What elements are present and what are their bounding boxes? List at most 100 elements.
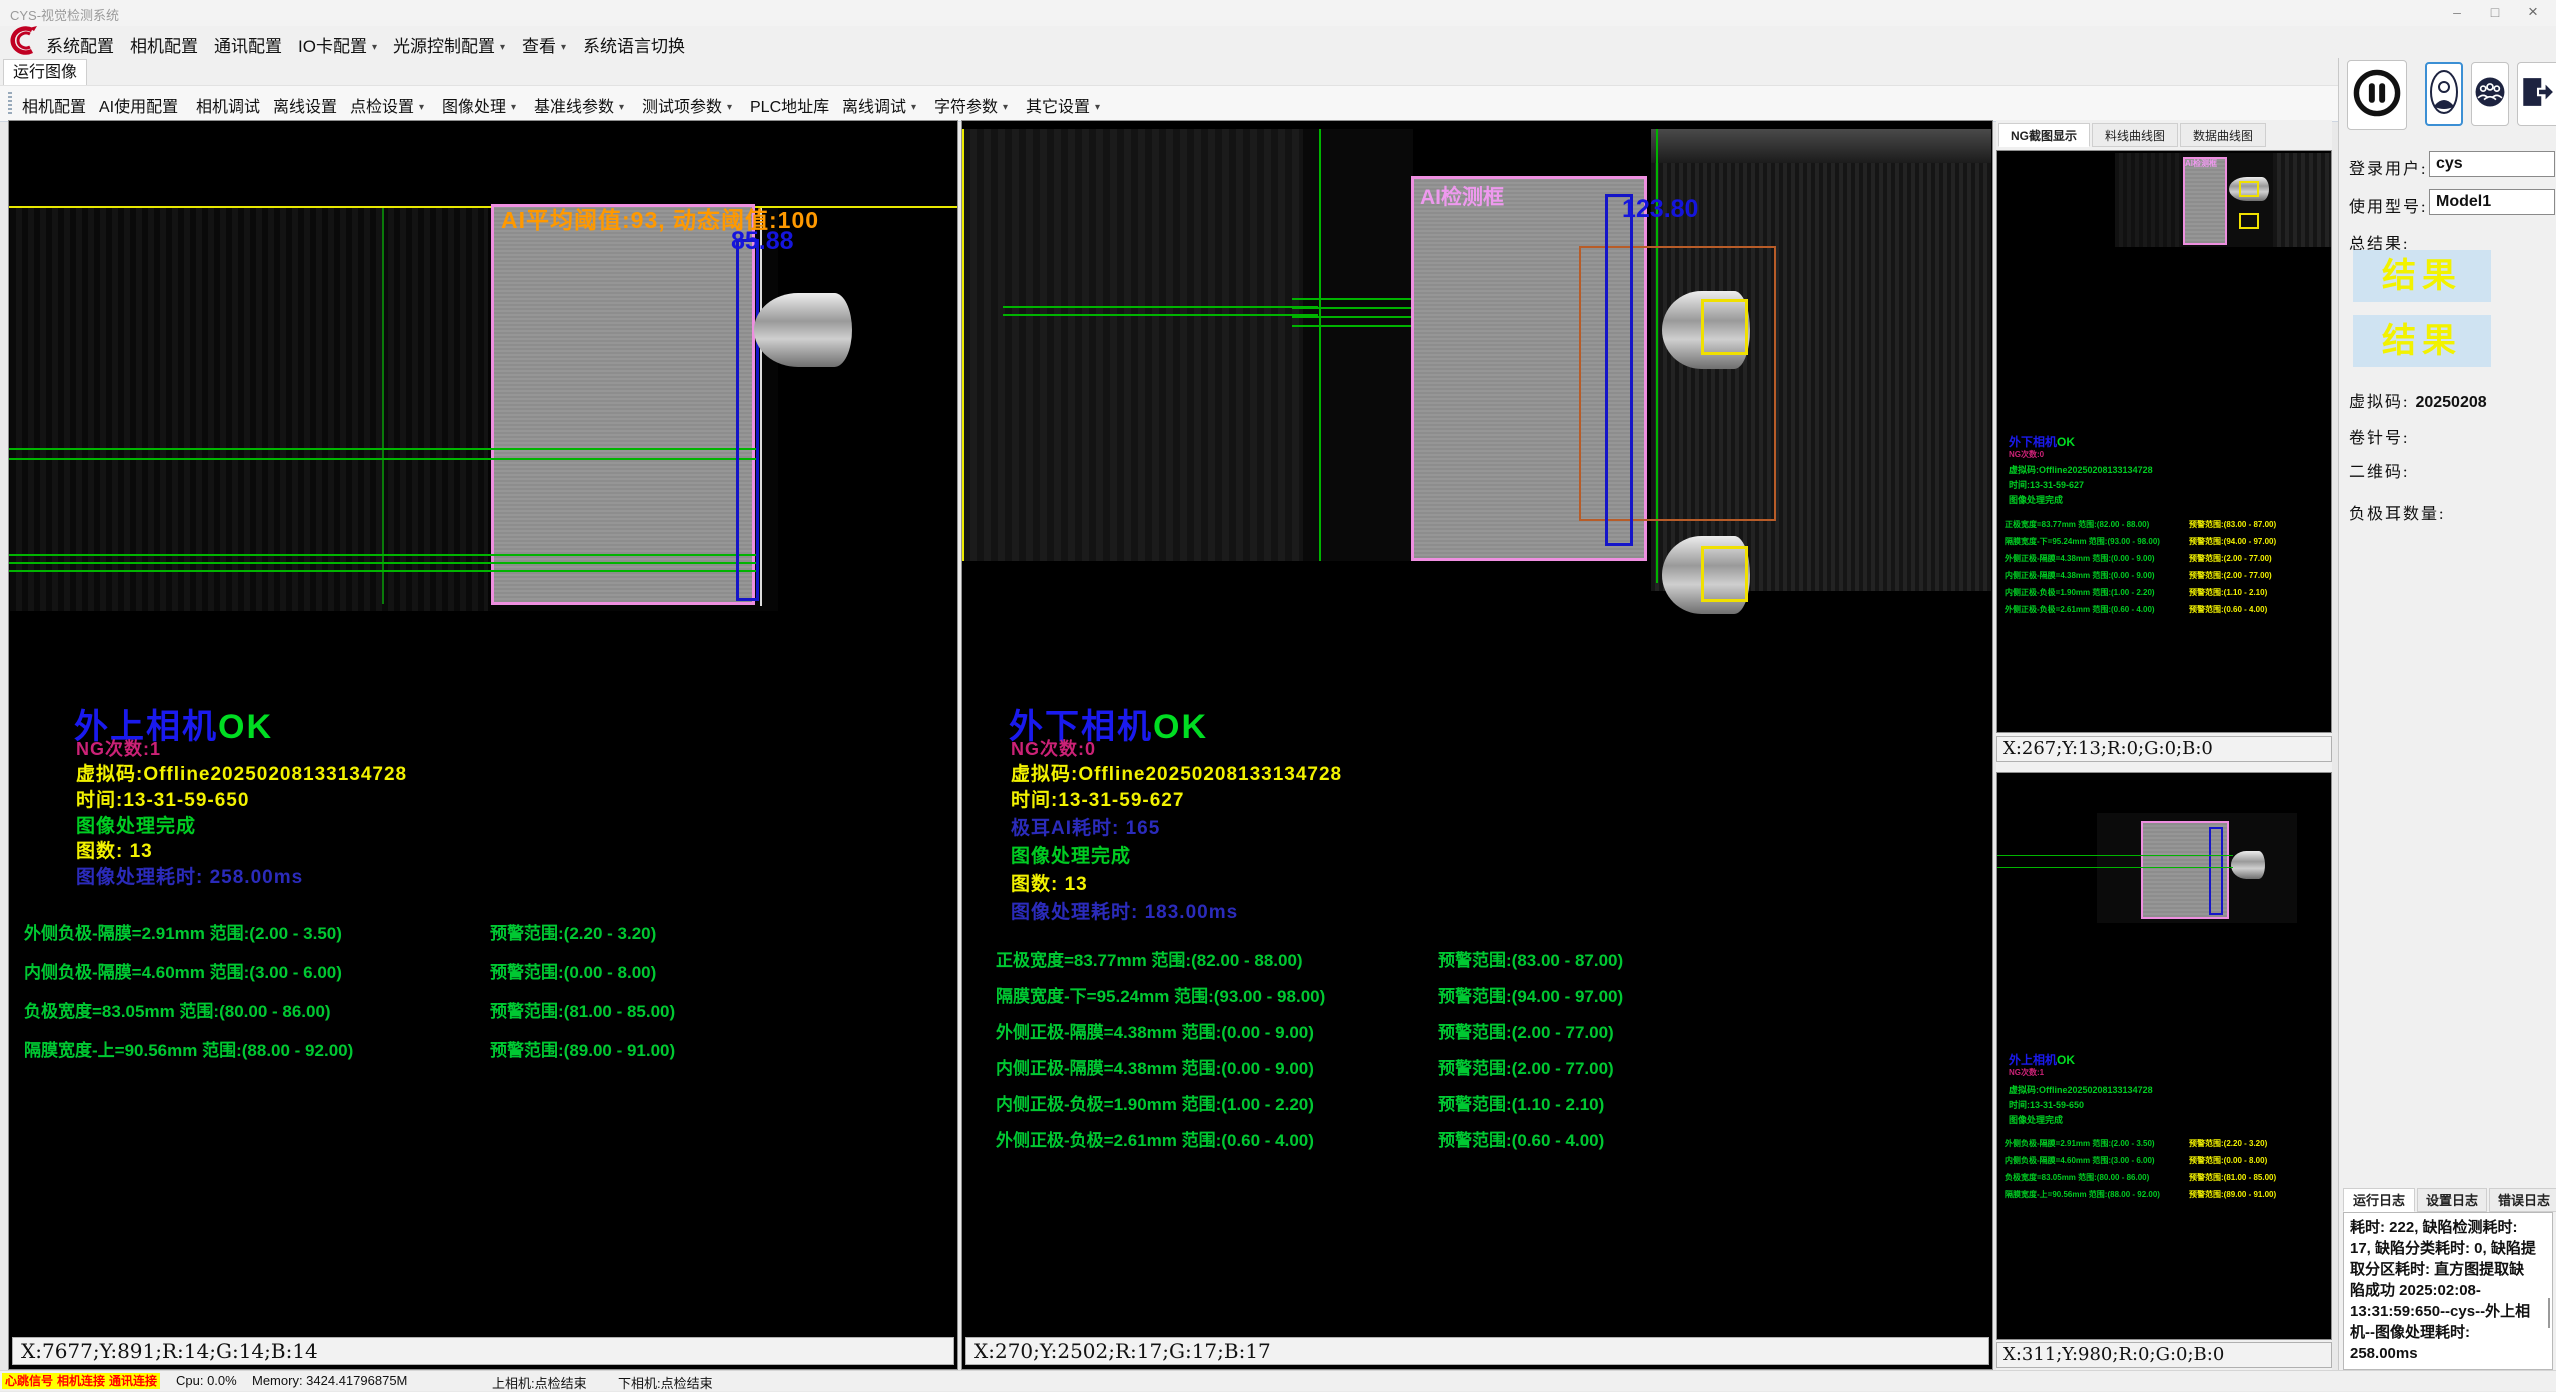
app-status-bar: 心跳信号 相机连接 通讯连接 Cpu: 0.0% Memory: 3424.41…: [0, 1370, 2556, 1391]
width-value-label: 85.88: [731, 227, 794, 256]
tool-image-process[interactable]: 图像处理: [442, 93, 516, 117]
exit-button[interactable]: [2517, 62, 2556, 126]
menu-camera-config[interactable]: 相机配置: [130, 32, 198, 57]
measurement-text: 正极宽度=83.77mm 范围:(82.00 - 88.00): [996, 951, 1303, 970]
thumb-texture: [2115, 153, 2181, 247]
memory-usage: Memory: 3424.41796875M: [252, 1373, 407, 1388]
close-icon[interactable]: [2514, 0, 2552, 25]
thumb-ai-label: AI检测框: [2185, 158, 2217, 169]
thumb-measurement: 外侧负极-隔膜=2.91mm 范围:(2.00 - 3.50): [2005, 1138, 2155, 1149]
thumb-measurement: 外侧正极-隔膜=4.38mm 范围:(0.00 - 9.00): [2005, 553, 2155, 564]
thumb-warning: 预警范围:(0.60 - 4.00): [2189, 604, 2267, 615]
thumb-measurement: 内侧正极-隔膜=4.38mm 范围:(0.00 - 9.00): [2005, 570, 2155, 581]
tab-data-curve[interactable]: 数据曲线图: [2180, 123, 2266, 147]
info-sidebar: 登录用户: cys 使用型号: Model1 总结果: 结果 结果 虚拟码:20…: [2338, 58, 2556, 1370]
model-input[interactable]: Model1: [2429, 189, 2555, 215]
menu-io-card-config[interactable]: IO卡配置: [298, 32, 377, 57]
bottom-camera-check-status: 下相机:点检结束: [618, 1373, 713, 1392]
tab-setting-log[interactable]: 设置日志: [2417, 1188, 2487, 1212]
warning-range: 预警范围:(0.60 - 4.00): [1438, 1126, 1604, 1151]
toolbar-grip[interactable]: [8, 92, 12, 114]
ai-cost-line: 极耳AI耗时: 165: [1011, 813, 1160, 840]
measurement-text: 外侧负极-隔膜=2.91mm 范围:(2.00 - 3.50): [24, 924, 342, 943]
warning-range: 预警范围:(2.20 - 3.20): [490, 919, 656, 944]
tab-run-image[interactable]: 运行图像: [3, 59, 87, 86]
tab-error-log[interactable]: 错误日志: [2489, 1188, 2556, 1212]
settings-toolbar: 相机配置 AI使用配置 相机调试 离线设置 点检设置 图像处理 基准线参数 测试…: [0, 85, 2556, 122]
thumb-camera-name: 外下相机: [2009, 435, 2057, 449]
menu-system-config[interactable]: 系统配置: [46, 32, 114, 57]
log-scrollbar[interactable]: [2548, 1298, 2550, 1328]
right-pixel-status: X:270;Y:2502;R:17;G:17;B:17: [965, 1337, 1989, 1365]
tool-offline-debug[interactable]: 离线调试: [842, 93, 916, 117]
green-vertical-line: [1319, 129, 1321, 561]
user-manage-button[interactable]: [2471, 62, 2509, 126]
virtual-code-caption: 虚拟码:: [2349, 394, 2409, 411]
image-count-line: 图数: 13: [76, 836, 153, 863]
yellow-detect-box: [1701, 299, 1748, 355]
ng-thumbnail-top[interactable]: AI检测框 外下相机OK NG次数:0 虚拟码:Offline202502081…: [1996, 150, 2332, 733]
exit-door-icon: [2520, 75, 2556, 114]
tool-plc-address[interactable]: PLC地址库: [750, 93, 829, 117]
warning-range: 预警范围:(94.00 - 97.00): [1438, 982, 1623, 1007]
login-user-label: 登录用户:: [2349, 155, 2427, 179]
app-logo-icon: [3, 24, 39, 58]
image-count-line: 图数: 13: [1011, 869, 1088, 896]
process-cost-line: 图像处理耗时: 258.00ms: [76, 862, 303, 889]
ai-box-label: AI检测框: [1420, 181, 1504, 211]
minimize-icon[interactable]: [2438, 0, 2476, 25]
tool-baseline-params[interactable]: 基准线参数: [534, 93, 624, 117]
left-camera-viewport[interactable]: [10, 207, 956, 611]
width-measure-box: [1605, 194, 1633, 546]
thumb-measurement: 内侧正极-负极=1.90mm 范围:(1.00 - 2.20): [2005, 587, 2155, 598]
login-user-input[interactable]: cys: [2429, 151, 2555, 177]
thumb-ng-count: NG次数:1: [2009, 1067, 2044, 1078]
camera-connect-badge: 相机连接: [54, 1373, 108, 1389]
thumb-metal-blob: [2231, 851, 2265, 879]
tab-run-log[interactable]: 运行日志: [2343, 1188, 2415, 1212]
thumb-camera-name: 外上相机: [2009, 1053, 2057, 1067]
menu-comm-config[interactable]: 通讯配置: [214, 32, 282, 57]
tool-camera-debug[interactable]: 相机调试: [196, 93, 260, 117]
thumb-ai-region: [2183, 157, 2227, 245]
thumb-warning: 预警范围:(2.00 - 77.00): [2189, 553, 2272, 564]
result-box-top: 结果: [2353, 250, 2491, 302]
thumb-line: 图像处理完成: [2009, 493, 2063, 506]
camera-result: OK: [1153, 708, 1208, 746]
thumb-camera-result: OK: [2057, 1053, 2075, 1067]
tool-camera-config[interactable]: 相机配置: [22, 93, 86, 117]
thumb-line: 时间:13-31-59-627: [2009, 478, 2084, 491]
thumb-measurement: 正极宽度=83.77mm 范围:(82.00 - 88.00): [2005, 519, 2149, 530]
tool-ai-use-config[interactable]: AI使用配置: [99, 93, 178, 117]
menu-language-switch[interactable]: 系统语言切换: [583, 32, 685, 57]
maximize-icon[interactable]: [2476, 0, 2514, 25]
left-pixel-status: X:7677;Y:891;R:14;G:14;B:14: [12, 1337, 954, 1365]
menu-bar: 系统配置 相机配置 通讯配置 IO卡配置 光源控制配置 查看 系统语言切换: [0, 26, 2556, 58]
tool-spot-check-setting[interactable]: 点检设置: [350, 93, 424, 117]
user-login-button[interactable]: [2425, 62, 2463, 126]
pause-button[interactable]: [2347, 60, 2407, 130]
tool-offline-setting[interactable]: 离线设置: [273, 93, 337, 117]
tool-other-settings[interactable]: 其它设置: [1026, 93, 1100, 117]
warning-range: 预警范围:(2.00 - 77.00): [1438, 1018, 1614, 1043]
thumb-warning: 预警范围:(2.20 - 3.20): [2189, 1138, 2267, 1149]
ng-thumbnail-bottom[interactable]: 外上相机OK NG次数:1 虚拟码:Offline202502081331347…: [1996, 772, 2332, 1340]
tab-metal-part: [754, 293, 852, 367]
edge-yellow-line: [962, 129, 964, 561]
tab-material-curve[interactable]: 料线曲线图: [2092, 123, 2178, 147]
run-log-text[interactable]: 耗时: 222, 缺陷检测耗时: 17, 缺陷分类耗时: 0, 缺陷提取分区耗时…: [2343, 1212, 2553, 1370]
thumb-measure-box: [2209, 827, 2223, 915]
measure-line: [9, 570, 759, 572]
model-label: 使用型号:: [2349, 193, 2427, 217]
thumb-metal: [2273, 153, 2331, 247]
thumb-top-pixel-status: X:267;Y:13;R:0;G:0;B:0: [1996, 736, 2332, 762]
tool-char-params[interactable]: 字符参数: [934, 93, 1008, 117]
right-image-texture: [963, 129, 1303, 561]
menu-light-control-config[interactable]: 光源控制配置: [393, 32, 505, 57]
measure-line: [9, 554, 759, 556]
green-vertical-line: [382, 208, 384, 604]
tab-ng-screenshot[interactable]: NG截图显示: [1998, 123, 2090, 147]
ng-count: NG次数:1: [76, 735, 161, 761]
menu-view[interactable]: 查看: [522, 32, 566, 57]
tool-test-item-params[interactable]: 测试项参数: [642, 93, 732, 117]
